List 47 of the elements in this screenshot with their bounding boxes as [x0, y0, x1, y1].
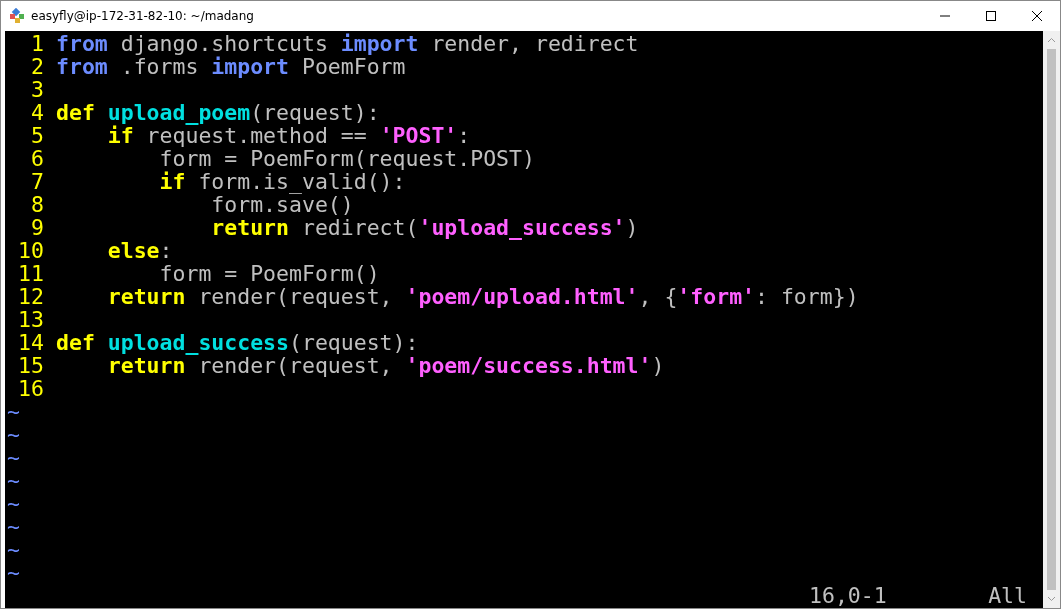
code-line: return render(request, 'poem/upload.html', {'form': form}): [106, 285, 859, 308]
line-number: 1: [30, 32, 44, 55]
line-number: 3: [30, 78, 44, 101]
diamond-icon: [9, 8, 25, 24]
line-number: 6: [30, 147, 44, 170]
close-icon[interactable]: [1031, 10, 1043, 22]
scroll-thumb[interactable]: [1047, 49, 1056, 590]
cursor-position: 16,0-1: [809, 584, 887, 608]
line-number: 5: [30, 124, 44, 147]
code-line: from django.shortcuts import render, redirect: [56, 32, 639, 55]
code-line: def upload_poem(request):: [56, 101, 380, 124]
code-line: return redirect('upload_success'): [210, 216, 639, 239]
line-number: 9: [30, 216, 44, 239]
scroll-position: All: [988, 584, 1027, 608]
code-line: return render(request, 'poem/success.html'): [106, 354, 665, 377]
code-line: else:: [106, 239, 173, 262]
line-number: 4: [30, 101, 44, 124]
code-line: from .forms import PoemForm: [56, 55, 406, 78]
line-number: 11: [17, 262, 44, 285]
code-line: if request.method == 'POST':: [106, 124, 471, 147]
empty-line-marker: ~: [6, 446, 20, 469]
empty-line-marker: ~: [6, 492, 20, 515]
scrollbar[interactable]: [1043, 31, 1060, 608]
empty-line-marker: ~: [6, 515, 20, 538]
code-line: def upload_success(request):: [56, 331, 419, 354]
code-line: if form.is_valid():: [158, 170, 406, 193]
window-title: easyfly@ip-172-31-82-10: ~/madang: [31, 9, 255, 23]
line-number: 14: [17, 331, 44, 354]
line-number: 16: [17, 377, 44, 400]
code-line: form = PoemForm(): [158, 262, 380, 285]
empty-line-marker: ~: [6, 400, 20, 423]
line-number: 8: [30, 193, 44, 216]
scroll-down-icon[interactable]: [1047, 596, 1056, 602]
empty-line-marker: ~: [6, 561, 20, 584]
line-number: 2: [30, 55, 44, 78]
line-number: 10: [17, 239, 44, 262]
scroll-up-icon[interactable]: [1047, 37, 1056, 43]
empty-line-marker: ~: [6, 469, 20, 492]
line-number: 7: [30, 170, 44, 193]
code-line: form.save(): [211, 193, 354, 216]
empty-line-marker: ~: [6, 423, 20, 446]
maximize-icon[interactable]: [985, 10, 997, 22]
line-number: 15: [17, 354, 44, 377]
line-number: 12: [17, 285, 44, 308]
line-number: 13: [17, 308, 44, 331]
empty-line-marker: ~: [6, 538, 20, 561]
code-line: form = PoemForm(request.POST): [159, 147, 535, 170]
